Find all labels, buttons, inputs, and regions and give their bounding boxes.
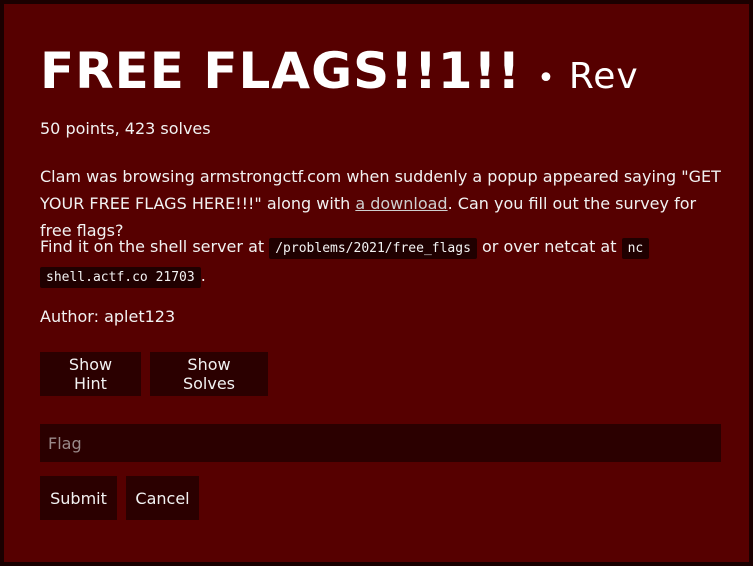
- challenge-meta: 50 points, 423 solves: [40, 119, 211, 138]
- shell-suffix: .: [200, 266, 206, 285]
- submit-button[interactable]: Submit: [40, 476, 117, 520]
- netcat-command-part1: nc: [621, 238, 650, 259]
- shell-path: /problems/2021/free_flags: [269, 238, 477, 259]
- challenge-category: Rev: [568, 56, 639, 97]
- flag-input[interactable]: [40, 424, 721, 462]
- download-link[interactable]: a download: [355, 194, 447, 213]
- challenge-author: Author: aplet123: [40, 307, 176, 326]
- title-separator: •: [537, 61, 555, 96]
- cancel-button[interactable]: Cancel: [126, 476, 199, 520]
- challenge-header: FREE FLAGS!!1!! • Rev: [40, 42, 639, 112]
- shell-prefix: Find it on the shell server at: [40, 237, 270, 256]
- show-hint-button[interactable]: Show Hint: [40, 352, 141, 396]
- netcat-command-part2: shell.actf.co 21703: [40, 267, 201, 288]
- challenge-description: Clam was browsing armstrongctf.com when …: [40, 163, 730, 244]
- challenge-card: FREE FLAGS!!1!! • Rev 50 points, 423 sol…: [4, 4, 749, 562]
- challenge-title: FREE FLAGS!!1!!: [40, 42, 522, 100]
- show-solves-button[interactable]: Show Solves: [150, 352, 268, 396]
- shell-info: Find it on the shell server at /problems…: [40, 233, 730, 291]
- shell-middle: or over netcat at: [476, 237, 622, 256]
